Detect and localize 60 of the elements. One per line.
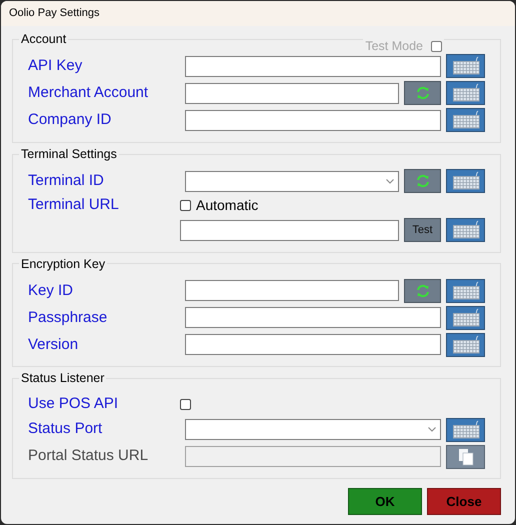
keyboard-icon — [452, 280, 480, 301]
refresh-button[interactable] — [404, 81, 441, 106]
keyboard-button[interactable] — [446, 108, 485, 132]
chevron-icon — [386, 178, 394, 184]
field-label: Key ID — [28, 280, 74, 300]
group-title: Terminal Settings — [20, 146, 118, 163]
field-label: Portal Status URL — [28, 446, 150, 466]
refresh-button[interactable] — [404, 278, 441, 303]
keyboard-icon — [452, 334, 480, 355]
group-title: Encryption Key — [20, 256, 106, 273]
keyboard-button[interactable] — [446, 306, 485, 330]
chevron-icon — [428, 427, 436, 432]
keyboard-icon — [452, 83, 480, 104]
copy-button[interactable] — [446, 444, 485, 468]
dropdown-field[interactable] — [185, 170, 399, 192]
keyboard-button[interactable] — [446, 332, 485, 357]
text-field[interactable] — [185, 110, 441, 131]
keyboard-button[interactable] — [446, 278, 485, 303]
keyboard-button[interactable] — [446, 418, 485, 442]
checkbox[interactable] — [180, 398, 191, 410]
group-title: Status Listener — [20, 370, 106, 388]
keyboard-icon — [452, 110, 480, 130]
checkbox-label: Automatic — [196, 196, 258, 215]
window-title: Oolio Pay Settings — [9, 6, 100, 22]
refresh-button[interactable] — [404, 169, 441, 193]
field-label: Status Port — [28, 419, 104, 440]
test-button[interactable]: Test — [404, 218, 441, 242]
field-label: Company ID — [28, 110, 112, 130]
keyboard-button[interactable] — [446, 218, 485, 242]
dropdown-field[interactable] — [185, 419, 441, 440]
field-label: Terminal URL — [28, 195, 120, 216]
keyboard-button[interactable] — [446, 81, 485, 106]
field-label: Passphrase — [28, 308, 108, 328]
text-field[interactable] — [185, 280, 399, 302]
keyboard-icon — [452, 56, 480, 76]
group-title: Account — [20, 31, 68, 48]
text-field[interactable] — [185, 82, 399, 104]
refresh-icon — [416, 284, 430, 298]
field-label: Terminal ID — [28, 170, 105, 191]
keyboard-icon — [452, 420, 480, 440]
keyboard-icon — [452, 308, 480, 328]
keyboard-icon — [452, 220, 480, 240]
copy-icon — [458, 448, 474, 466]
text-field[interactable] — [185, 307, 441, 328]
field-label: Version — [28, 334, 80, 354]
ok-button[interactable]: OK — [348, 488, 422, 515]
close-button[interactable]: Close — [427, 488, 501, 515]
keyboard-button[interactable] — [446, 169, 485, 193]
text-field[interactable] — [180, 220, 399, 240]
refresh-icon — [416, 174, 430, 188]
field-label: Merchant Account — [28, 83, 150, 103]
text-field[interactable] — [185, 334, 441, 356]
checkbox[interactable] — [180, 200, 191, 211]
refresh-icon — [416, 86, 430, 100]
keyboard-button[interactable] — [446, 54, 485, 78]
keyboard-icon — [452, 171, 480, 191]
text-field[interactable] — [185, 56, 441, 77]
test-mode-label: Test Mode — [365, 38, 423, 55]
field-label: API Key — [28, 56, 84, 76]
field-label: Use POS API — [28, 394, 120, 414]
